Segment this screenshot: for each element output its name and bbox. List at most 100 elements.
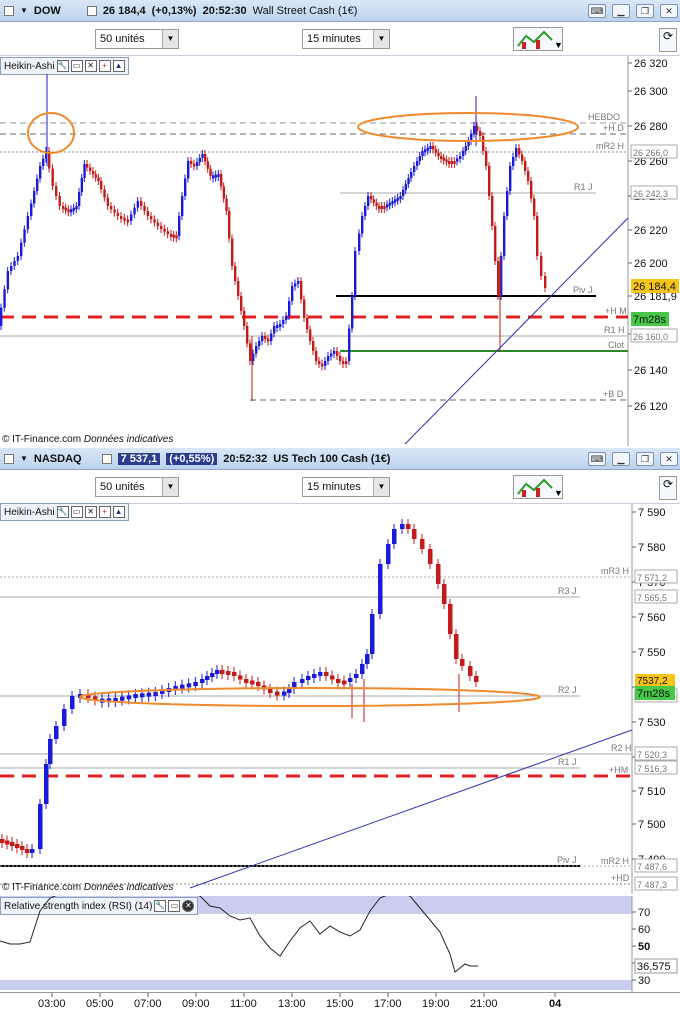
candle-body: [454, 634, 459, 659]
panel1-time: 20:52:30: [202, 4, 247, 17]
candle-body: [231, 238, 234, 266]
candle-body: [360, 664, 365, 674]
countdown: 7m28s: [637, 688, 671, 700]
candle-body: [70, 209, 73, 213]
candle-body: [474, 676, 479, 682]
candle-body: [364, 206, 367, 216]
symbol-dropdown-icon[interactable]: ▼: [20, 6, 28, 15]
candle-body: [72, 207, 76, 211]
keyboard-icon[interactable]: ⌨: [588, 3, 606, 18]
level-label: +HM: [609, 765, 628, 775]
candle-body: [205, 676, 210, 680]
panel2-time: 20:52:32: [223, 452, 268, 465]
candle-body: [267, 338, 270, 342]
panel1-interval-select[interactable]: 15 minutes ▼: [302, 29, 390, 49]
candle-body: [214, 174, 218, 178]
candle-body: [456, 158, 459, 162]
candle-body: [180, 684, 185, 689]
candle-body: [140, 693, 145, 698]
candle-body: [527, 171, 530, 181]
candle-body: [378, 564, 383, 614]
candle-body: [300, 281, 303, 300]
candle-body: [426, 147, 430, 151]
panel2-interval-select[interactable]: 15 minutes ▼: [302, 477, 390, 497]
candle-body: [297, 281, 300, 284]
panel2-chart: 7 5907 5807 5707 5607 5507 5407 5307 520…: [0, 504, 678, 894]
candle-body: [156, 222, 160, 226]
panel1-units-select[interactable]: 50 unités ▼: [95, 29, 179, 49]
candle-body: [243, 311, 246, 326]
panel2-toolbar: 50 unités ▼ 15 minutes ▼ ▼ ⟳: [0, 470, 680, 504]
x-tick-label: 17:00: [374, 998, 402, 1010]
candle-body: [324, 361, 327, 366]
candle-body: [404, 184, 408, 190]
level-value: 7 571,2: [637, 573, 667, 583]
restore-icon[interactable]: ❐: [636, 3, 654, 18]
candle-body: [136, 201, 140, 208]
indicators-button[interactable]: ▼: [513, 27, 563, 51]
y-tick-label: 26 300: [634, 86, 668, 98]
candle-body: [300, 679, 305, 683]
candle-body: [506, 191, 509, 216]
candle-body: [146, 692, 152, 697]
candle-body: [468, 666, 473, 676]
credit-text: © IT-Finance.com: [2, 882, 82, 893]
candle-body: [432, 146, 435, 150]
level-value: 7 516,3: [637, 764, 667, 774]
indicators-button[interactable]: ▼: [513, 475, 563, 499]
panel2-link-checkbox[interactable]: [101, 453, 112, 464]
candle-body: [190, 161, 193, 164]
candle-body: [25, 849, 30, 853]
units-value: 50 unités: [100, 481, 145, 493]
candle-body: [170, 234, 173, 237]
restore-icon[interactable]: ❐: [636, 451, 654, 466]
candle-body: [386, 204, 389, 208]
candle-body: [536, 216, 539, 256]
refresh-icon[interactable]: ⟳: [659, 28, 677, 52]
panel2-units-select[interactable]: 50 unités ▼: [95, 477, 179, 497]
close-icon[interactable]: ✕: [660, 3, 678, 18]
candle-body: [23, 229, 26, 243]
candle-body: [348, 328, 351, 361]
y-tick-label: 26 320: [634, 58, 668, 70]
candle-body: [285, 316, 288, 320]
candle-body: [62, 206, 65, 209]
units-value: 50 unités: [100, 33, 145, 45]
panel1-symbol: DOW: [33, 4, 61, 17]
panel1-checkbox[interactable]: [4, 5, 14, 16]
candle-body: [75, 206, 78, 209]
candle-body: [238, 675, 243, 680]
candle-body: [380, 206, 384, 209]
panel2-checkbox[interactable]: [4, 453, 14, 464]
candle-body: [270, 333, 273, 341]
credit-text: © IT-Finance.com: [2, 434, 82, 445]
level-label: R1 J: [574, 182, 593, 192]
candle-body: [418, 156, 422, 161]
candle-body: [222, 186, 226, 199]
candle-body: [133, 694, 138, 698]
close-icon[interactable]: ✕: [660, 451, 678, 466]
chevron-down-icon: ▼: [162, 478, 178, 496]
candle-body: [434, 149, 438, 153]
candle-body: [193, 682, 198, 686]
x-tick-label: 04: [549, 998, 562, 1010]
candle-body: [64, 207, 68, 211]
candle-body: [172, 234, 176, 238]
candle-body: [255, 346, 258, 354]
minimize-icon[interactable]: ▁: [612, 3, 630, 18]
minimize-icon[interactable]: ▁: [612, 451, 630, 466]
level-label: R1 H: [604, 325, 625, 335]
candle-body: [36, 178, 39, 191]
candle-body: [94, 174, 98, 178]
keyboard-icon[interactable]: ⌨: [588, 451, 606, 466]
candle-body: [234, 266, 237, 281]
candle-body: [336, 351, 339, 356]
candle-body: [482, 136, 485, 151]
symbol-dropdown-icon[interactable]: ▼: [20, 454, 28, 463]
refresh-icon[interactable]: ⟳: [659, 476, 677, 500]
panel2-change: (+0,55%): [166, 452, 218, 465]
candle-body: [240, 296, 243, 311]
candle-body: [282, 691, 287, 696]
panel1-link-checkbox[interactable]: [86, 5, 97, 16]
candle-body: [220, 670, 225, 674]
